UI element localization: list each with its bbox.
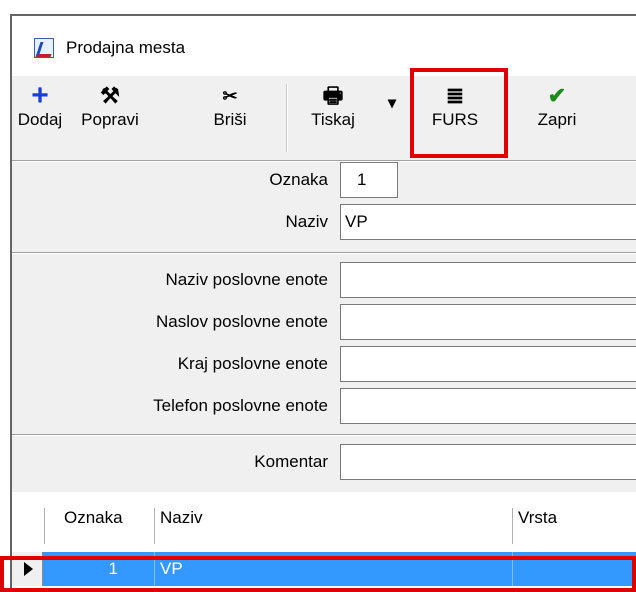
column-divider [154,508,155,544]
plus-icon: + [31,79,49,112]
window: Prodajna mesta + Dodaj ⚒ Popravi ✂ Briši… [10,14,636,588]
oznaka-label: Oznaka [269,170,328,189]
furs-icon: ≣ [445,83,465,108]
cell-oznaka: 1 [108,559,118,578]
checkmark-icon: ✔ [547,83,567,108]
column-divider [44,508,45,544]
chevron-down-icon: ▾ [387,95,397,112]
print-button-label: Tiskaj [311,110,355,129]
toolbar: + Dodaj ⚒ Popravi ✂ Briši 🖶 Tiskaj ▾ ≣ F… [12,76,636,164]
naziv-poslovne-enote-label: Naziv poslovne enote [165,270,328,289]
kraj-poslovne-enote-label: Kraj poslovne enote [177,354,328,373]
edit-button[interactable]: ⚒ Popravi [70,76,150,160]
toolbar-separator [286,84,288,152]
add-button-label: Dodaj [17,110,63,129]
naslov-poslovne-enote-field[interactable] [340,304,636,340]
printer-icon: 🖶 [322,83,344,108]
furs-button[interactable]: ≣ FURS [418,76,492,160]
column-divider [512,508,513,544]
app-icon [34,38,54,58]
scissors-icon: ✂ [222,86,238,106]
naziv-field[interactable]: VP [340,204,636,240]
furs-button-label: FURS [431,110,479,129]
komentar-field[interactable] [340,444,636,480]
print-dropdown-button[interactable]: ▾ [384,76,400,160]
column-header-oznaka[interactable]: Oznaka [64,492,123,544]
divider [12,434,636,436]
current-row-indicator [12,552,43,586]
records-grid: Oznaka Naziv Vrsta 1 VP [12,492,636,588]
close-button[interactable]: ✔ Zapri [524,76,590,160]
divider [12,160,636,162]
naslov-poslovne-enote-label: Naslov poslovne enote [155,312,328,331]
oznaka-field[interactable]: 1 [340,162,398,198]
column-header-vrsta[interactable]: Vrsta [518,492,557,544]
telefon-poslovne-enote-field[interactable] [340,388,636,424]
column-divider [154,552,155,586]
window-title: Prodajna mesta [66,38,186,57]
telefon-poslovne-enote-label: Telefon poslovne enote [153,396,328,415]
edit-button-label: Popravi [81,110,139,129]
cell-naziv: VP [160,559,183,578]
table-row[interactable]: 1 VP [12,552,636,586]
add-button[interactable]: + Dodaj [14,76,66,160]
delete-button[interactable]: ✂ Briši [202,76,258,160]
delete-button-label: Briši [213,110,247,129]
kraj-poslovne-enote-field[interactable] [340,346,636,382]
title-bar: Prodajna mesta [12,16,636,76]
naziv-label: Naziv [285,212,328,231]
naziv-poslovne-enote-field[interactable] [340,262,636,298]
column-divider [512,552,513,586]
divider [12,252,636,254]
hammer-icon: ⚒ [100,83,120,108]
print-button[interactable]: 🖶 Tiskaj [298,76,368,160]
komentar-label: Komentar [254,452,328,471]
column-header-naziv[interactable]: Naziv [160,492,203,544]
close-button-label: Zapri [537,110,577,129]
